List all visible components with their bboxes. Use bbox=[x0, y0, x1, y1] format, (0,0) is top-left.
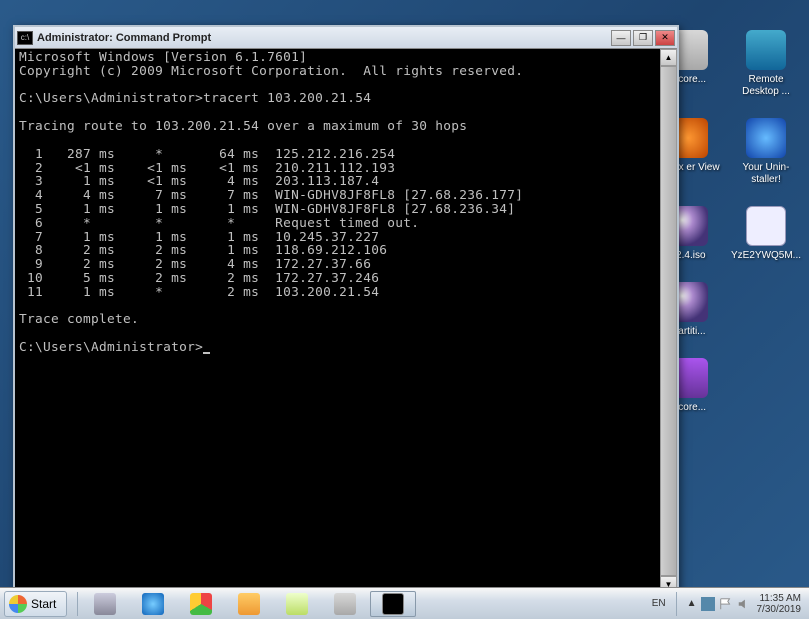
tracert-hop: 3 1 ms <1 ms 4 ms 203.113.187.4 bbox=[19, 174, 379, 189]
clock-time: 11:35 AM bbox=[757, 593, 802, 604]
cursor bbox=[203, 352, 210, 354]
chrome-icon bbox=[190, 593, 212, 615]
remote-desktop-icon bbox=[746, 30, 786, 70]
console-line: Microsoft Windows [Version 6.1.7601] bbox=[19, 50, 307, 65]
taskbar-divider bbox=[77, 592, 78, 616]
tracert-hop: 11 1 ms * 2 ms 103.200.21.54 bbox=[19, 285, 379, 300]
ie-icon bbox=[142, 593, 164, 615]
taskbar: Start EN ▲ 11:35 AM 7/30/2019 bbox=[0, 587, 809, 619]
console-line: Tracing route to 103.200.21.54 over a ma… bbox=[19, 119, 467, 134]
yu-icon bbox=[746, 118, 786, 158]
cmd-icon bbox=[382, 593, 404, 615]
scrollbar-thumb[interactable] bbox=[660, 66, 677, 576]
explorer-icon bbox=[238, 593, 260, 615]
printer-icon bbox=[94, 593, 116, 615]
tracert-hop: 2 <1 ms <1 ms <1 ms 210.211.112.193 bbox=[19, 161, 395, 176]
tracert-hop: 9 2 ms 2 ms 4 ms 172.27.37.66 bbox=[19, 257, 371, 272]
desktop-icon-label: YzE2YWQ5M... bbox=[731, 250, 801, 262]
clock-date: 7/30/2019 bbox=[757, 604, 802, 615]
cmd-icon: c:\ bbox=[17, 31, 33, 45]
console-prompt: C:\Users\Administrator> bbox=[19, 340, 203, 355]
desktop-icon-label: Remote Desktop ... bbox=[731, 74, 801, 98]
console-line: Trace complete. bbox=[19, 312, 139, 327]
system-tray: EN ▲ 11:35 AM 7/30/2019 bbox=[652, 592, 807, 616]
desktop-icon-remote[interactable]: Remote Desktop ... bbox=[731, 30, 801, 98]
titlebar[interactable]: c:\ Administrator: Command Prompt — ❐ ✕ bbox=[15, 27, 677, 49]
console-line: Copyright (c) 2009 Microsoft Corporation… bbox=[19, 64, 523, 79]
start-button[interactable]: Start bbox=[4, 591, 67, 617]
scroll-up-button[interactable]: ▲ bbox=[660, 49, 677, 66]
tracert-hop: 6 * * * Request timed out. bbox=[19, 216, 419, 231]
task-item-printer[interactable] bbox=[82, 591, 128, 617]
windows-orb-icon bbox=[9, 595, 27, 613]
console-command: tracert 103.200.21.54 bbox=[203, 91, 371, 106]
language-indicator[interactable]: EN bbox=[652, 598, 666, 609]
desktop-icon-uninstaller[interactable]: Your Unin-staller! bbox=[731, 118, 801, 186]
tray-divider bbox=[676, 592, 677, 616]
task-item-notepad[interactable] bbox=[274, 591, 320, 617]
console-output[interactable]: Microsoft Windows [Version 6.1.7601] Cop… bbox=[15, 49, 660, 593]
tracert-hop: 8 2 ms 2 ms 1 ms 118.69.212.106 bbox=[19, 243, 387, 258]
task-item-explorer[interactable] bbox=[226, 591, 272, 617]
desktop-icon-label: Your Unin-staller! bbox=[731, 162, 801, 186]
start-label: Start bbox=[31, 597, 56, 611]
clock[interactable]: 11:35 AM 7/30/2019 bbox=[757, 593, 802, 615]
tray-chevron-icon[interactable]: ▲ bbox=[687, 598, 697, 609]
tracert-hop: 10 5 ms 2 ms 2 ms 172.27.37.246 bbox=[19, 271, 379, 286]
task-item-cmd[interactable] bbox=[370, 591, 416, 617]
window-title: Administrator: Command Prompt bbox=[37, 32, 611, 44]
tracert-hop: 1 287 ms * 64 ms 125.212.216.254 bbox=[19, 147, 395, 162]
task-item-chrome[interactable] bbox=[178, 591, 224, 617]
java-icon bbox=[334, 593, 356, 615]
flag-icon[interactable] bbox=[719, 597, 733, 611]
close-button[interactable]: ✕ bbox=[655, 30, 675, 46]
desktop-icon-txt[interactable]: YzE2YWQ5M... bbox=[731, 206, 801, 262]
tracert-hop: 7 1 ms 1 ms 1 ms 10.245.37.227 bbox=[19, 230, 379, 245]
notepad-icon bbox=[286, 593, 308, 615]
task-item-java[interactable] bbox=[322, 591, 368, 617]
minimize-button[interactable]: — bbox=[611, 30, 631, 46]
console-prompt: C:\Users\Administrator> bbox=[19, 91, 203, 106]
text-file-icon bbox=[746, 206, 786, 246]
tracert-hop: 4 4 ms 7 ms 7 ms WIN-GDHV8JF8FL8 [27.68.… bbox=[19, 188, 523, 203]
tray-app-icon[interactable] bbox=[701, 597, 715, 611]
restore-button[interactable]: ❐ bbox=[633, 30, 653, 46]
tracert-hop: 5 1 ms 1 ms 1 ms WIN-GDHV8JF8FL8 [27.68.… bbox=[19, 202, 515, 217]
scrollbar-track[interactable] bbox=[660, 66, 677, 576]
scrollbar: ▲ ▼ bbox=[660, 49, 677, 593]
volume-icon[interactable] bbox=[737, 597, 751, 611]
command-prompt-window: c:\ Administrator: Command Prompt — ❐ ✕ … bbox=[13, 25, 679, 595]
task-item-ie[interactable] bbox=[130, 591, 176, 617]
